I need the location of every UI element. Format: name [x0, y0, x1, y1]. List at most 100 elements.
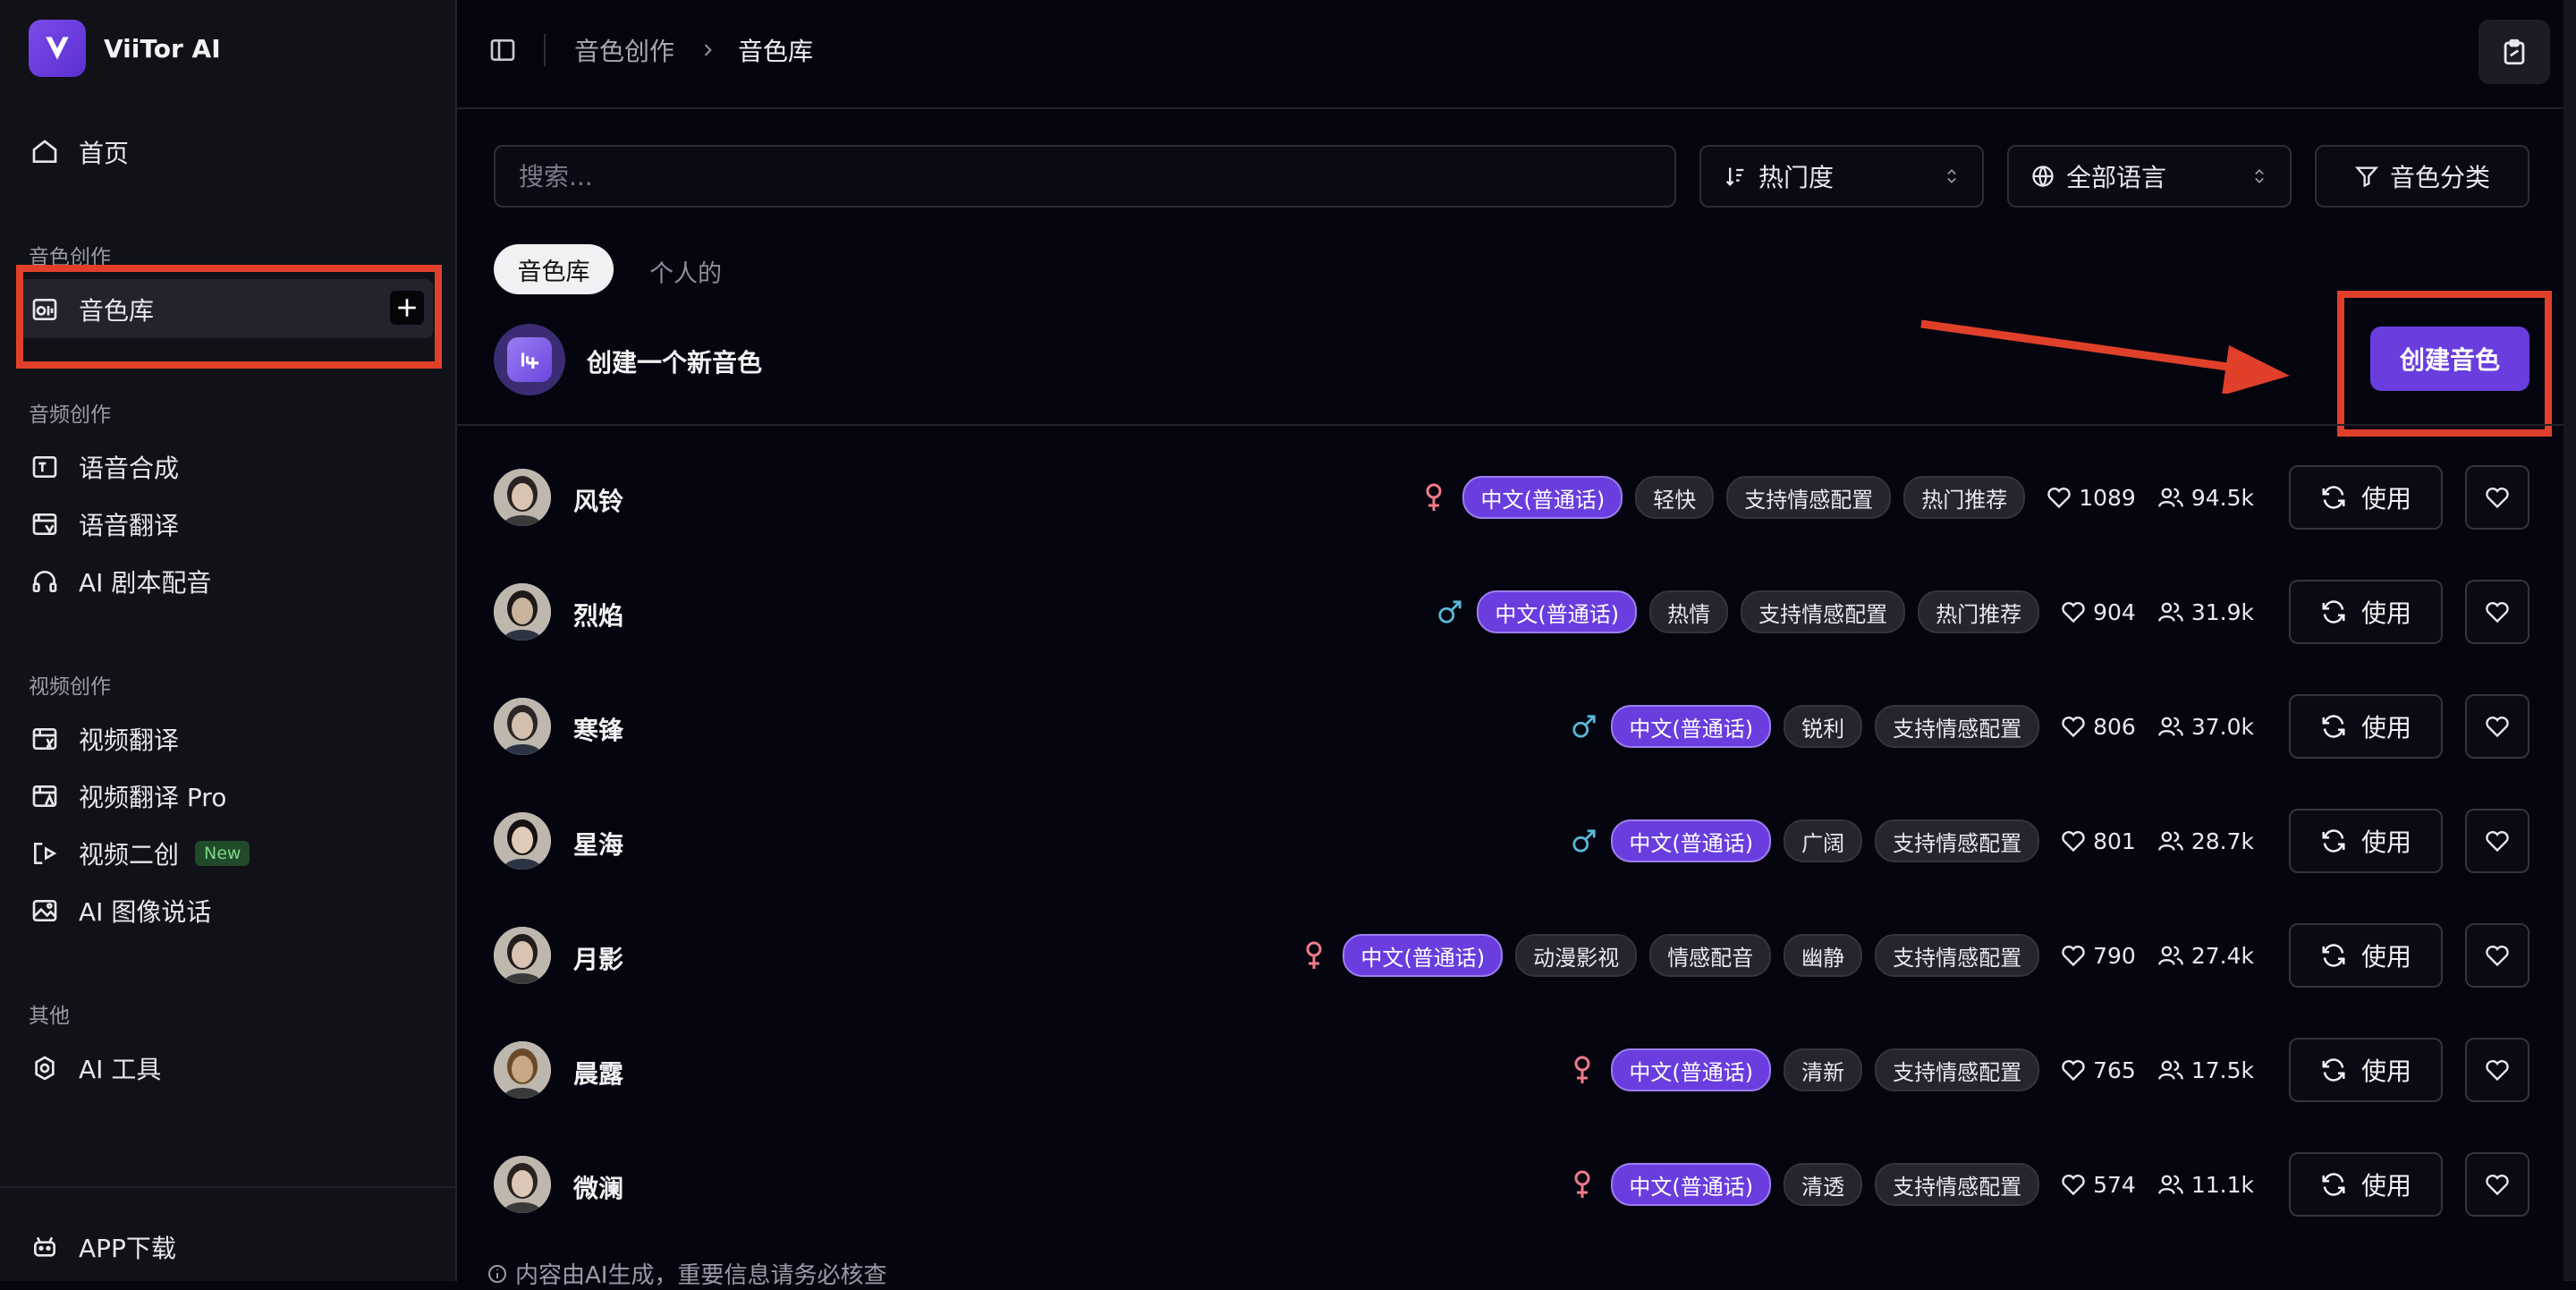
voice-tag: 热情: [1649, 590, 1729, 633]
heart-icon: [2485, 715, 2510, 738]
voice-avatar: [494, 698, 551, 755]
sidebar-item-home[interactable]: 首页: [29, 127, 129, 177]
use-button[interactable]: 使用: [2289, 923, 2443, 988]
heart-icon: [2061, 944, 2086, 967]
sidebar: ViiTor AI 首页 音色创作 音色库 音频创作 语音合成 语音翻译 AI …: [0, 0, 457, 1281]
new-voice-avatar[interactable]: [494, 324, 565, 395]
likes-stat: 574: [2061, 1172, 2136, 1198]
language-tag: 中文(普通话): [1343, 934, 1504, 977]
chevron-updown-icon: [2250, 165, 2268, 187]
voice-tag: 清透: [1784, 1163, 1863, 1206]
category-filter-button[interactable]: 音色分类: [2315, 145, 2529, 208]
voice-row[interactable]: 烈焰 中文(普通话) 热情 支持情感配置 热门推荐 904 31.9k 使用: [457, 569, 2576, 655]
language-select[interactable]: 全部语言: [2007, 145, 2292, 208]
use-button[interactable]: 使用: [2289, 1038, 2443, 1102]
favorite-button[interactable]: [2465, 1152, 2529, 1217]
favorite-button[interactable]: [2465, 694, 2529, 759]
voice-row[interactable]: 寒锋 中文(普通话) 锐利 支持情感配置 806 37.0k 使用: [457, 683, 2576, 769]
heart-icon: [2485, 944, 2510, 967]
voice-avatar: [494, 812, 551, 870]
brand[interactable]: ViiTor AI: [29, 20, 221, 77]
voice-name: 星海: [573, 830, 624, 860]
favorite-button[interactable]: [2465, 809, 2529, 873]
tab-personal[interactable]: 个人的: [649, 254, 722, 289]
male-icon: [1437, 596, 1462, 628]
scrollbar[interactable]: [2563, 0, 2576, 1281]
likes-stat: 1089: [2046, 485, 2136, 511]
use-button[interactable]: 使用: [2289, 1152, 2443, 1217]
use-button-label: 使用: [2360, 713, 2411, 743]
use-button[interactable]: 使用: [2289, 465, 2443, 530]
use-button[interactable]: 使用: [2289, 694, 2443, 759]
voice-row[interactable]: 星海 中文(普通话) 广阔 支持情感配置 801 28.7k 使用: [457, 798, 2576, 884]
section-label-other: 其他: [29, 1005, 70, 1028]
likes-count: 765: [2093, 1057, 2136, 1083]
filter-icon: [2354, 164, 2379, 189]
annotation-highlight-box: [2337, 291, 2552, 437]
heart-icon: [2485, 486, 2510, 509]
use-button-label: 使用: [2360, 1171, 2411, 1201]
sidebar-item-ai-tools[interactable]: AI 工具: [29, 1043, 161, 1093]
voice-row[interactable]: 微澜 中文(普通话) 清透 支持情感配置 574 11.1k 使用: [457, 1141, 2576, 1227]
sidebar-item-video-remix[interactable]: 视频二创 New: [29, 828, 250, 878]
users-count: 28.7k: [2190, 827, 2254, 854]
sidebar-item-app-download[interactable]: APP下载: [29, 1222, 176, 1272]
voice-row[interactable]: 风铃 中文(普通话) 轻快 支持情感配置 热门推荐 1089 94.5k 使用: [457, 454, 2576, 540]
favorite-button[interactable]: [2465, 465, 2529, 530]
use-button[interactable]: 使用: [2289, 809, 2443, 873]
use-button-label: 使用: [2360, 1057, 2411, 1086]
create-new-voice-label[interactable]: 创建一个新音色: [587, 344, 762, 379]
favorite-button[interactable]: [2465, 923, 2529, 988]
sidebar-item-speech-synthesis[interactable]: 语音合成: [29, 442, 179, 492]
female-icon: [1303, 939, 1328, 972]
sidebar-item-ai-script-dubbing[interactable]: AI 剧本配音: [29, 556, 211, 607]
app-logo: [29, 20, 86, 77]
users-stat: 37.0k: [2157, 714, 2254, 740]
language-tag: 中文(普通话): [1477, 590, 1638, 633]
annotation-highlight-box: [16, 265, 442, 369]
sidebar-item-ai-image-talk[interactable]: AI 图像说话: [29, 886, 211, 936]
voice-name: 微澜: [573, 1174, 624, 1203]
ai-tools-icon: [29, 1052, 61, 1084]
users-count: 37.0k: [2190, 713, 2254, 740]
sort-select[interactable]: 热门度: [1699, 145, 1984, 208]
globe-icon: [2030, 164, 2055, 189]
voice-tag: 清新: [1784, 1048, 1863, 1091]
clipboard-button[interactable]: [2479, 20, 2550, 84]
refresh-icon: [2320, 942, 2347, 969]
favorite-button[interactable]: [2465, 580, 2529, 644]
voice-meta: 中文(普通话) 轻快 支持情感配置 热门推荐 1089 94.5k: [1423, 476, 2254, 519]
sidebar-toggle-icon[interactable]: [488, 36, 517, 64]
users-count: 11.1k: [2190, 1171, 2254, 1198]
users-stat: 27.4k: [2157, 943, 2254, 969]
favorite-button[interactable]: [2465, 1038, 2529, 1102]
headset-icon: [29, 565, 61, 598]
sidebar-item-video-translate[interactable]: 视频翻译: [29, 714, 179, 764]
speech-synthesis-icon: [29, 451, 61, 483]
users-icon: [2157, 599, 2184, 624]
male-icon: [1572, 710, 1597, 743]
likes-count: 1089: [2079, 484, 2136, 511]
voice-name: 月影: [573, 945, 624, 974]
sidebar-item-label: APP下载: [79, 1234, 176, 1263]
heart-icon: [2485, 829, 2510, 853]
voice-name: 晨露: [573, 1059, 624, 1089]
sidebar-item-speech-translate[interactable]: 语音翻译: [29, 499, 179, 549]
voice-row[interactable]: 晨露 中文(普通话) 清新 支持情感配置 765 17.5k 使用: [457, 1027, 2576, 1113]
category-filter-label: 音色分类: [2389, 163, 2490, 192]
clipboard-icon: [2504, 38, 2525, 65]
use-button[interactable]: 使用: [2289, 580, 2443, 644]
language-tag: 中文(普通话): [1611, 1163, 1772, 1206]
breadcrumb-parent[interactable]: 音色创作: [574, 32, 674, 68]
likes-stat: 806: [2061, 714, 2136, 740]
voice-row[interactable]: 月影 中文(普通话) 动漫影视 情感配音 幽静 支持情感配置 790 27.4k 使用: [457, 912, 2576, 998]
voice-tag: 动漫影视: [1515, 934, 1638, 977]
voice-tag: 热门推荐: [1903, 476, 2026, 519]
search-input[interactable]: [494, 145, 1676, 208]
tab-voice-library[interactable]: 音色库: [494, 244, 614, 294]
voice-avatar: [494, 927, 551, 984]
female-icon: [1423, 481, 1448, 513]
sidebar-item-video-translate-pro[interactable]: 视频翻译 Pro: [29, 771, 226, 821]
app-download-icon: [29, 1231, 61, 1263]
sidebar-item-label: AI 剧本配音: [79, 568, 212, 598]
